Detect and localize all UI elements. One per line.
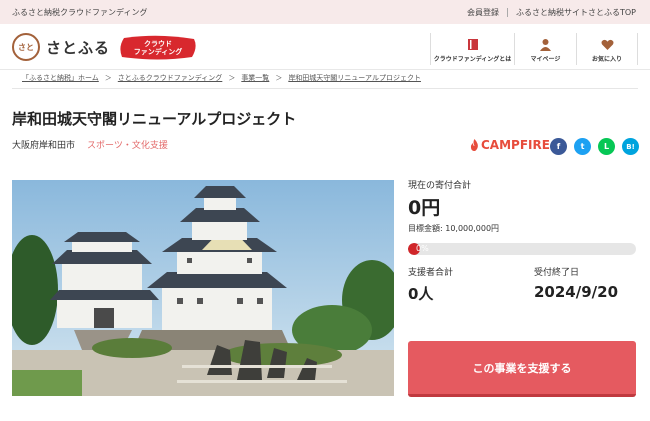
supporters-value: 0人 (408, 285, 434, 303)
breadcrumb-separator: ＞ (275, 74, 283, 82)
nav-label: お気に入り (591, 56, 622, 63)
header-nav: クラウドファンディングとは マイページ お気に入り (430, 33, 638, 65)
partner-name: CAMPFIRE (481, 138, 550, 152)
book-icon (467, 39, 478, 50)
campfire-logo[interactable]: CAMPFIRE (470, 138, 550, 152)
register-link[interactable]: 会員登録 (467, 7, 499, 18)
facebook-icon[interactable]: f (550, 138, 567, 155)
project-meta: 大阪府岸和田市 スポーツ・文化支援 (12, 138, 168, 151)
progress-bar: 0% (408, 243, 636, 255)
social-share: f t L B! (550, 138, 639, 155)
top-site-link[interactable]: ふるさと納税サイトさとふるTOP (516, 7, 636, 18)
nav-about-crowdfunding[interactable]: クラウドファンディングとは (430, 33, 514, 65)
support-project-button[interactable]: この事業を支援する (408, 341, 636, 397)
project-location[interactable]: 大阪府岸和田市 (12, 138, 75, 151)
hatena-icon[interactable]: B! (622, 138, 639, 155)
deadline-label: 受付終了日 (534, 268, 580, 278)
heart-icon (601, 39, 613, 50)
breadcrumb-home[interactable]: 「ふるさと納税」ホーム (22, 73, 99, 85)
current-total-label: 現在の寄付合計 (408, 181, 472, 191)
crowdfunding-badge[interactable]: クラウド ファンディング (118, 35, 198, 61)
breadcrumb: 「ふるさと納税」ホーム ＞ さとふるクラウドファンディング ＞ 事業一覧 ＞ 岸… (22, 73, 421, 85)
nav-label: マイページ (530, 56, 561, 63)
divider (12, 88, 638, 89)
site-logo[interactable]: さと さとふる (12, 33, 110, 61)
breadcrumb-current: 岸和田城天守閣リニューアルプロジェクト (288, 74, 421, 82)
badge-line-2: ファンディング (133, 48, 183, 56)
logo-text: さとふる (46, 38, 111, 57)
page-title: 岸和田城天守閣リニューアルプロジェクト (12, 110, 297, 128)
progress-percent: 0% (416, 244, 429, 253)
person-icon (540, 39, 551, 51)
nav-favorites[interactable]: お気に入り (576, 33, 638, 65)
divider (506, 8, 508, 17)
project-category[interactable]: スポーツ・文化支援 (87, 138, 168, 151)
nav-mypage[interactable]: マイページ (514, 33, 576, 65)
site-header: さと さとふる クラウド ファンディング クラウドファンディングとは マイページ (0, 24, 650, 70)
logo-mark: さと (12, 33, 40, 61)
project-photo (12, 180, 394, 396)
breadcrumb-separator: ＞ (228, 74, 236, 82)
twitter-icon[interactable]: t (574, 138, 591, 155)
line-icon[interactable]: L (598, 138, 615, 155)
nav-label: クラウドファンディングとは (433, 56, 512, 63)
breadcrumb-list[interactable]: 事業一覧 (241, 73, 269, 85)
supporters-label: 支援者合計 (408, 268, 454, 278)
breadcrumb-separator: ＞ (104, 74, 112, 82)
badge-line-1: クラウド (144, 40, 172, 48)
goal-amount: 目標金額: 10,000,000円 (408, 224, 500, 233)
top-links: 会員登録 ふるさと納税サイトさとふるTOP (467, 7, 636, 18)
breadcrumb-crowdfunding[interactable]: さとふるクラウドファンディング (118, 73, 223, 85)
flame-icon (470, 139, 478, 151)
castle-image (12, 180, 394, 396)
current-total-value: 0円 (408, 197, 441, 219)
top-bar: ふるさと納税クラウドファンディング 会員登録 ふるさと納税サイトさとふるTOP (0, 0, 650, 24)
site-tagline: ふるさと納税クラウドファンディング (12, 8, 148, 17)
deadline-value: 2024/9/20 (534, 283, 619, 301)
